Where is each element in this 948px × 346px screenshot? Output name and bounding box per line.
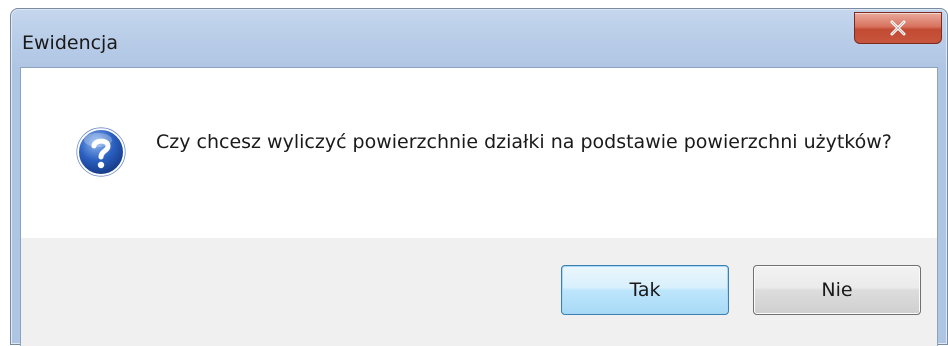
- question-icon: [76, 127, 126, 177]
- no-button[interactable]: Nie: [753, 265, 921, 315]
- yes-button-label: Tak: [629, 279, 661, 301]
- close-icon: [890, 20, 906, 36]
- dialog-window: Ewidencja Czy chcesz wyliczyć powierzchn…: [10, 8, 948, 346]
- no-button-label: Nie: [821, 279, 853, 301]
- title-bar[interactable]: Ewidencja: [11, 9, 947, 67]
- dialog-message: Czy chcesz wyliczyć powierzchnie działki…: [156, 131, 892, 153]
- window-title: Ewidencja: [22, 32, 118, 54]
- yes-button[interactable]: Tak: [561, 265, 729, 315]
- dialog-content: Czy chcesz wyliczyć powierzchnie działki…: [20, 67, 938, 346]
- close-button[interactable]: [854, 12, 942, 44]
- message-area: Czy chcesz wyliczyć powierzchnie działki…: [21, 68, 937, 238]
